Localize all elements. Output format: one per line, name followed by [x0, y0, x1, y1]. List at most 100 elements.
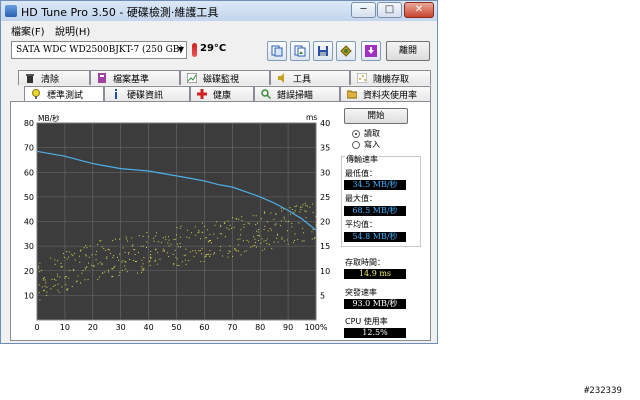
access-time-point [80, 282, 82, 284]
access-time-point [300, 209, 302, 211]
access-time-point [228, 250, 230, 252]
y-left-tick-label: 10 [24, 291, 34, 300]
access-time-point [205, 236, 207, 238]
access-time-point [43, 290, 45, 292]
access-time-point [152, 237, 154, 239]
access-time-point [204, 256, 206, 258]
access-time-point [283, 216, 285, 218]
y-right-tick-label: 10 [320, 267, 330, 276]
access-time-point [205, 254, 207, 256]
access-time-point [89, 245, 91, 247]
access-time-point [301, 206, 303, 208]
access-time-point [315, 224, 317, 226]
access-time-point [53, 278, 55, 280]
access-time-point [294, 205, 296, 207]
access-time-point [263, 212, 265, 214]
access-time-point [38, 267, 40, 269]
write-radio[interactable] [352, 141, 360, 149]
access-time-point [175, 238, 177, 240]
access-time-point [155, 249, 157, 251]
access-time-point [46, 294, 48, 296]
access-time-point [205, 255, 207, 257]
access-time-point [233, 226, 235, 228]
access-time-point [155, 235, 157, 237]
access-time-point [97, 244, 99, 246]
access-time-point [197, 232, 199, 234]
read-radio[interactable] [352, 130, 360, 138]
access-time-point [183, 255, 185, 257]
start-button[interactable]: 開始 [344, 108, 408, 124]
access-time-point [162, 237, 164, 239]
access-time-point [240, 234, 242, 236]
access-time-point [128, 253, 130, 255]
access-time-point [270, 229, 272, 231]
access-time-point [220, 225, 222, 227]
access-time-point [303, 232, 305, 234]
watermark-text: #232339 [584, 386, 622, 396]
access-time-point [84, 279, 86, 281]
access-time-point [84, 268, 86, 270]
access-time-point [122, 259, 124, 261]
access-time-point [276, 234, 278, 236]
y-left-tick-label: 30 [24, 242, 34, 251]
access-time-point [302, 227, 304, 229]
access-time-point [305, 217, 307, 219]
access-time-point [208, 239, 210, 241]
access-time-point [291, 226, 293, 228]
access-time-point [125, 236, 127, 238]
access-time-point [162, 248, 164, 250]
access-time-point [207, 253, 209, 255]
access-time-point [103, 247, 105, 249]
access-time-point [128, 251, 130, 253]
access-time-point [121, 269, 123, 271]
access-time-point [135, 260, 137, 262]
access-time-point [112, 257, 114, 259]
access-time-point [116, 256, 118, 258]
access-time-point [237, 244, 239, 246]
access-time-point [96, 250, 98, 252]
access-time-point [267, 230, 269, 232]
access-time-point [57, 275, 59, 277]
access-time-point [255, 215, 257, 217]
access-time-point [285, 220, 287, 222]
access-time-point [179, 227, 181, 229]
access-time-point [200, 238, 202, 240]
read-radio-label: 讀取 [364, 129, 380, 138]
access-time-point [134, 254, 136, 256]
access-time-point [74, 259, 76, 261]
access-time-point [91, 254, 93, 256]
access-time-point [243, 223, 245, 225]
access-time-point [296, 205, 298, 207]
min-label: 最低值： [345, 169, 377, 178]
access-time-point [148, 236, 150, 238]
access-time-point [146, 247, 148, 249]
access-time-point [186, 229, 188, 231]
access-time-point [247, 222, 249, 224]
access-time-point [142, 263, 144, 265]
access-time-point [280, 207, 282, 209]
access-time-point [134, 260, 136, 262]
access-time-point [258, 228, 260, 230]
access-time-point [246, 239, 248, 241]
access-time-point [138, 252, 140, 254]
access-time-point [86, 266, 88, 268]
access-time-point [154, 260, 156, 262]
access-time-point [141, 265, 143, 267]
access-time-point [309, 206, 311, 208]
access-time-point [112, 275, 114, 277]
access-time-point [68, 269, 70, 271]
access-time-point [185, 263, 187, 265]
access-time-point [140, 245, 142, 247]
access-time-point [167, 242, 169, 244]
access-time-point [198, 250, 200, 252]
access-time-point [121, 261, 123, 263]
access-time-point [88, 262, 90, 264]
access-time-point [304, 210, 306, 212]
access-time-point [209, 250, 211, 252]
x-tick-label: 90 [283, 323, 293, 332]
access-time-point [219, 249, 221, 251]
access-time-point [85, 245, 87, 247]
access-time-point [260, 242, 262, 244]
burst-rate-label: 突發速率 [345, 288, 377, 297]
access-time-point [304, 202, 306, 204]
